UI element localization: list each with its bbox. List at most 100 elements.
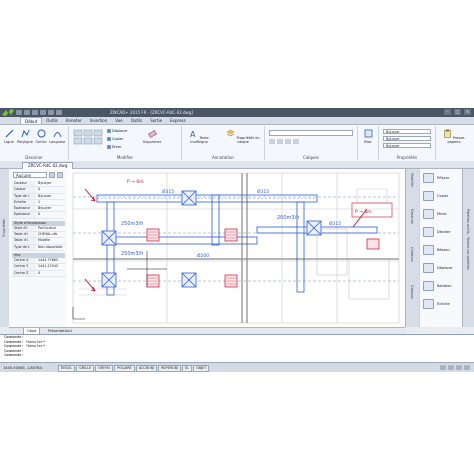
move-button[interactable]: Déplacer — [107, 129, 128, 133]
mode-reperobj[interactable]: REPEROBJ — [158, 365, 182, 372]
app-logo-icon — [2, 109, 14, 116]
group-label-proprietes: Propriétés — [396, 155, 418, 160]
tool-copy[interactable]: Copier — [423, 191, 448, 201]
select-objects-icon[interactable] — [57, 172, 63, 178]
architecture-walls — [72, 172, 400, 324]
copy-button[interactable]: Copier — [107, 137, 123, 141]
quick-access-toolbar — [16, 110, 86, 115]
clipboard-button[interactable]: Presse-papiers — [438, 129, 470, 144]
tab-insertion[interactable]: Insertion — [86, 117, 112, 124]
redo-icon[interactable] — [56, 110, 62, 115]
multiline-text-button[interactable]: A Texte multiligne — [186, 129, 212, 144]
layer-tool-icon[interactable] — [269, 139, 275, 144]
air-diffusers — [101, 190, 322, 288]
ribbon-panel: Ligne Polyligne Cercle Longueur Dessiner… — [0, 125, 474, 162]
layer-tool-icon[interactable] — [293, 139, 299, 144]
mode-ortho[interactable]: ORTHO — [95, 365, 114, 372]
tab-express[interactable]: Express — [166, 117, 190, 124]
drafting-modes: RESOL GRILLE ORTHO POLAIRE ACCROBJ REPER… — [58, 365, 210, 372]
delete-button[interactable]: Supprimer — [141, 129, 163, 144]
layer-properties-button[interactable]: Propriétés du calque — [226, 129, 260, 144]
layer-tool-icon[interactable] — [285, 139, 291, 144]
tool-erase[interactable]: Effacer — [423, 173, 449, 183]
polyline-icon — [21, 129, 29, 138]
mode-objet[interactable]: OBJET — [193, 365, 210, 372]
scale-icon — [423, 299, 434, 309]
print-icon[interactable] — [40, 110, 46, 115]
tab-outils[interactable]: Outils — [42, 117, 62, 124]
property-row[interactable]: Type de t. Non disponible — [12, 244, 65, 251]
status-tray — [440, 365, 470, 370]
tab-debut[interactable]: Début — [20, 117, 43, 124]
polyline-button[interactable]: Polyligne — [17, 129, 33, 144]
mode-grille[interactable]: GRILLE — [76, 365, 95, 372]
text-icon: A — [190, 130, 196, 139]
property-row[interactable]: Centre Z0 — [12, 270, 65, 277]
palette-tab-dessiner[interactable]: Dessiner — [410, 209, 414, 224]
maximize-button[interactable]: ▢ — [454, 109, 461, 115]
tool-rotate[interactable]: Rotation — [423, 281, 452, 291]
stretch-button[interactable]: Étirer — [107, 145, 122, 149]
save-icon[interactable] — [32, 110, 38, 115]
mode-el[interactable]: EL — [182, 365, 193, 372]
quick-select-icon[interactable] — [49, 172, 55, 178]
circle-button[interactable]: Cercle — [34, 129, 48, 144]
tool-offset[interactable]: Décaler — [423, 227, 450, 237]
structure-lines — [73, 173, 399, 323]
left-strip-label[interactable]: Propriétés — [2, 219, 6, 237]
new-file-icon[interactable] — [16, 110, 22, 115]
drawing-canvas[interactable]: 250m3/h 250m3/h 200m3/h Ø315 Ø315 Ø315 Ø… — [67, 169, 405, 327]
tab-sortie[interactable]: Sortie — [146, 117, 166, 124]
move-icon — [107, 129, 111, 133]
mode-polaire[interactable]: POLAIRE — [114, 365, 135, 372]
annotation-scale-icon[interactable] — [440, 365, 446, 370]
tab-annoter[interactable]: Annoter — [62, 117, 86, 124]
right-palette-strip: Modifier Dessiner Cotation Calques — [405, 169, 420, 327]
mode-accrobj[interactable]: ACCROBJ — [135, 365, 158, 372]
group-proprietes: ByLayer ByLayer ByLayer Propriétés — [379, 126, 436, 160]
palette-title[interactable]: Palettes outils - Toutes les palettes — [466, 209, 470, 270]
close-button[interactable]: ✕ — [464, 109, 471, 115]
tab-vue[interactable]: Vue — [111, 117, 126, 124]
layer-dropdown[interactable] — [269, 130, 353, 136]
copy-icon — [107, 137, 111, 141]
linetype-dropdown[interactable]: ByLayer — [383, 136, 431, 141]
command-input[interactable]: Commande: — [0, 353, 474, 358]
tool-scale[interactable]: Échelle — [423, 299, 450, 309]
selection-dropdown[interactable]: Aucune — [13, 172, 47, 178]
coordinate-readout: 1445.50565, 1.80764 — [3, 366, 42, 370]
group-calques: Calques — [265, 126, 358, 160]
fullscreen-icon[interactable] — [464, 365, 470, 370]
property-row[interactable]: Épaisseur 0 — [12, 212, 65, 219]
line-button[interactable]: Ligne — [2, 129, 16, 144]
undo-icon[interactable] — [48, 110, 54, 115]
palette-tab-calques[interactable]: Calques — [410, 285, 414, 299]
group-label-dessiner: Dessiner — [25, 155, 43, 160]
hvac-floor-plan[interactable]: 250m3/h 250m3/h 200m3/h Ø315 Ø315 Ø315 Ø… — [67, 169, 405, 327]
diameter-label: Ø315 — [257, 188, 269, 195]
ribbon-tabs: Début Outils Annoter Insertion Vue Outil… — [0, 117, 474, 125]
tool-array[interactable]: Réseau — [423, 245, 450, 255]
lock-icon[interactable] — [456, 365, 462, 370]
color-dropdown[interactable]: ByLayer — [383, 129, 431, 134]
diameter-label: Ø315 — [329, 220, 341, 227]
clipboard-icon — [443, 129, 451, 138]
tool-move[interactable]: Déplacer — [423, 263, 453, 273]
open-file-icon[interactable] — [24, 110, 30, 115]
group-modifier: Déplacer Copier Étirer Supprimer Modifie… — [69, 126, 182, 160]
lineweight-dropdown[interactable]: ByLayer — [383, 143, 431, 148]
move-icon — [423, 263, 434, 273]
palette-tab-modifier[interactable]: Modifier — [410, 173, 414, 187]
modify-tools-grid — [73, 129, 103, 154]
tab-outils-2[interactable]: Outils — [127, 117, 147, 124]
tool-mirror[interactable]: Miroir — [423, 209, 447, 219]
palette-tab-cotation[interactable]: Cotation — [410, 247, 414, 262]
command-line-area[interactable]: Commande: Commande: *Annuler* Commande: … — [0, 334, 474, 362]
workspace-icon[interactable] — [448, 365, 454, 370]
layer-tool-icon[interactable] — [277, 139, 283, 144]
minimize-button[interactable]: – — [444, 109, 451, 115]
block-button[interactable]: Bloc — [360, 129, 376, 144]
mode-resol[interactable]: RESOL — [58, 365, 76, 372]
length-button[interactable]: Longueur — [49, 129, 66, 144]
title-bar: ZWCAD+ 2015 FR - [ZRCVC-RdC-02.dwg] – ▢ … — [0, 108, 474, 117]
